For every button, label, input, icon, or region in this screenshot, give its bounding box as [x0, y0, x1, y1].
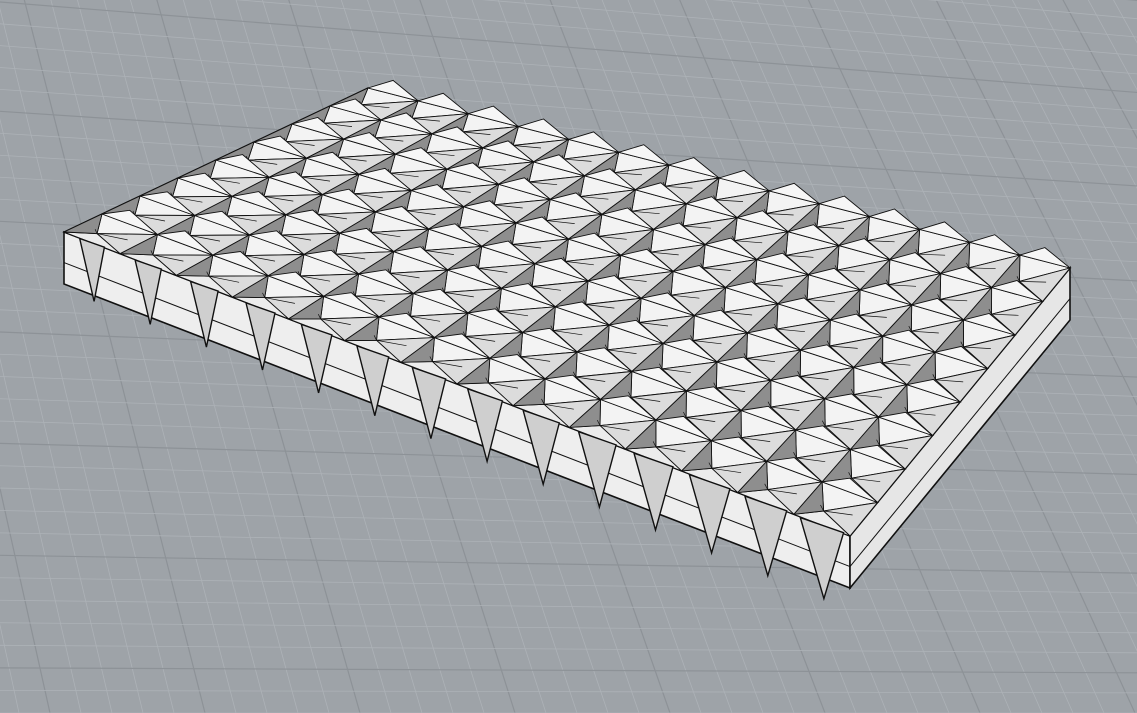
grid-line: [0, 622, 1137, 634]
grid-line: [927, 0, 1137, 20]
scene-canvas[interactable]: [0, 0, 1137, 713]
grid-line: [0, 667, 1137, 674]
grid-line: [0, 644, 1137, 654]
folded-panel-model[interactable]: [62, 79, 1072, 602]
grid-line: [0, 1, 1137, 94]
grid-line: [1113, 0, 1137, 44]
grid-line: [0, 118, 144, 713]
grid-line: [0, 623, 20, 713]
grid-line: [0, 599, 1137, 614]
perspective-viewport[interactable]: [0, 0, 1137, 713]
grid-line: [0, 690, 1137, 694]
grid-line: [0, 532, 1137, 554]
grid-line: [23, 0, 206, 713]
grid-line: [0, 487, 1137, 515]
grid-line: [0, 485, 51, 713]
